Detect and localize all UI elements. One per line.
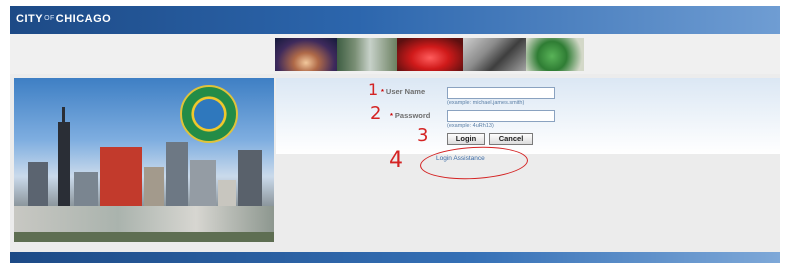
city-of-chicago-logo[interactable]: CITYOFCHICAGO xyxy=(16,13,111,25)
skyline-photo xyxy=(337,38,397,71)
required-marker: * xyxy=(381,87,384,96)
statue-photo xyxy=(526,38,584,71)
username-hint: (example: michael.james.smith) xyxy=(447,100,525,106)
password-input[interactable] xyxy=(447,110,555,122)
annotation-3: 3 xyxy=(417,125,429,146)
bottom-footer-bar xyxy=(10,252,780,263)
flowers-photo xyxy=(397,38,463,71)
logo-chicago-text: CHICAGO xyxy=(55,13,112,25)
login-button[interactable]: Login xyxy=(447,133,485,145)
annotation-1: 1 xyxy=(368,80,379,99)
username-input[interactable] xyxy=(447,87,555,99)
password-label: * Password xyxy=(390,111,430,120)
sculpture-photo xyxy=(463,38,526,71)
username-label-text: User Name xyxy=(385,87,426,96)
logo-city-text: CITY xyxy=(16,13,44,25)
password-label-text: Password xyxy=(394,111,431,120)
annotation-4: 4 xyxy=(389,148,403,173)
top-header-bar: CITYOFCHICAGO xyxy=(10,6,780,34)
cloud-gate-photo xyxy=(275,38,337,71)
cancel-button[interactable]: Cancel xyxy=(489,133,533,145)
annotation-2: 2 xyxy=(370,103,382,124)
username-label: * User Name xyxy=(381,87,425,96)
city-seal-icon xyxy=(180,85,238,143)
password-hint: (example: 4uRh13) xyxy=(447,123,494,129)
logo-of-text: OF xyxy=(44,15,55,22)
required-marker: * xyxy=(390,111,393,120)
